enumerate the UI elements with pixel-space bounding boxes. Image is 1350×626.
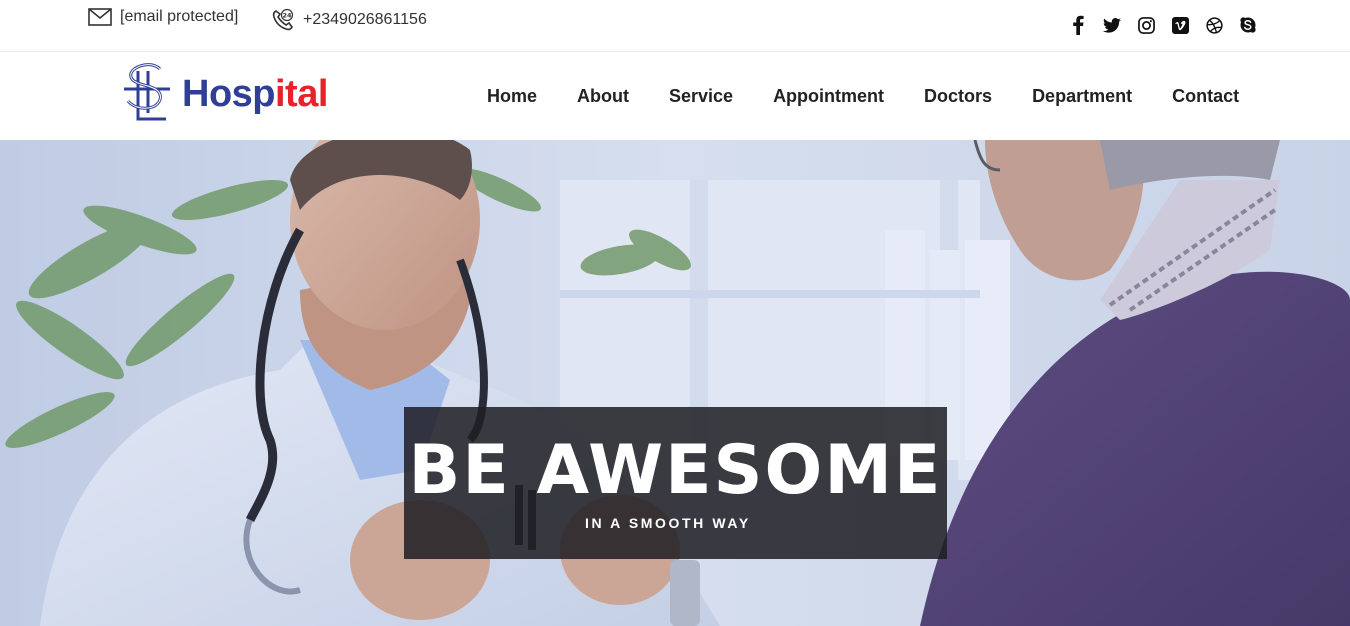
hero-slider: BE AWESOME IN A SMOOTH WAY	[0, 140, 1350, 626]
nav-item-doctors[interactable]: Doctors	[924, 86, 992, 107]
logo-emblem-icon	[124, 63, 170, 121]
logo-text-accent: ital	[275, 73, 328, 115]
facebook-icon[interactable]	[1068, 15, 1088, 35]
instagram-icon[interactable]	[1136, 15, 1156, 35]
nav-item-about[interactable]: About	[577, 86, 629, 107]
nav-item-appointment[interactable]: Appointment	[773, 86, 884, 107]
phone-24-icon: 24	[271, 8, 295, 32]
nav-item-service[interactable]: Service	[669, 86, 733, 107]
hero-caption-box: BE AWESOME IN A SMOOTH WAY	[404, 407, 947, 559]
email-text[interactable]: [email protected]	[120, 8, 238, 26]
primary-nav: Home About Service Appointment Doctors D…	[487, 86, 1279, 107]
contact-email[interactable]: [email protected]	[88, 8, 238, 26]
logo-text-main: Hosp	[182, 73, 276, 115]
hospital-logo[interactable]: Hospital	[118, 61, 328, 127]
social-links	[1068, 15, 1258, 35]
nav-item-contact[interactable]: Contact	[1172, 86, 1239, 107]
phone-text[interactable]: +2349026861156	[303, 11, 427, 29]
logo-text: Hospital	[182, 75, 328, 113]
envelope-icon	[88, 8, 112, 26]
vimeo-icon[interactable]	[1170, 15, 1190, 35]
top-bar: [email protected] 24 +2349026861156	[0, 0, 1350, 52]
contact-phone[interactable]: 24 +2349026861156	[271, 8, 427, 32]
main-navbar: Hospital Home About Service Appointment …	[0, 52, 1350, 140]
skype-icon[interactable]	[1238, 15, 1258, 35]
nav-item-home[interactable]: Home	[487, 86, 537, 107]
nav-item-department[interactable]: Department	[1032, 86, 1132, 107]
twitter-icon[interactable]	[1102, 15, 1122, 35]
svg-text:24: 24	[282, 12, 292, 20]
dribbble-icon[interactable]	[1204, 15, 1224, 35]
hero-subtitle: IN A SMOOTH WAY	[585, 515, 751, 531]
hero-title: BE AWESOME	[408, 431, 943, 510]
